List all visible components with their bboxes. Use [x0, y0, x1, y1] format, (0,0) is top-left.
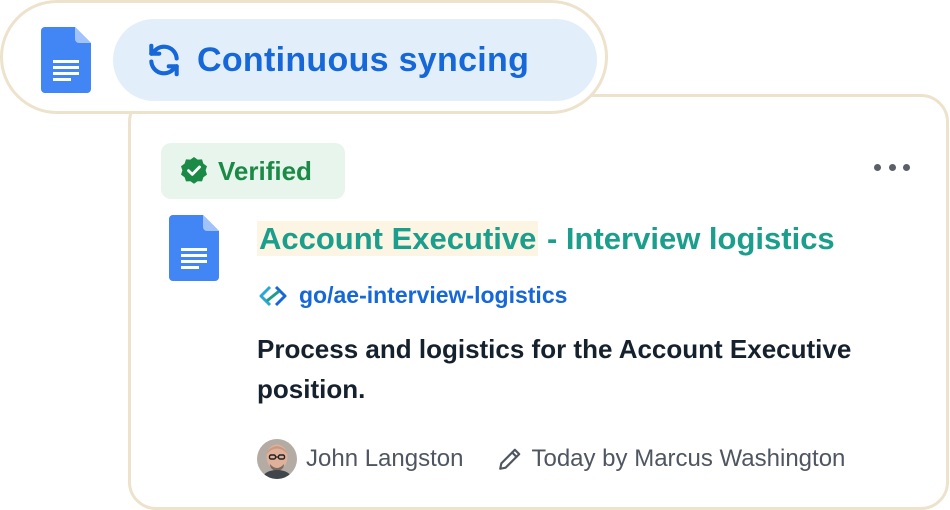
google-docs-icon — [169, 215, 219, 281]
verified-check-icon — [181, 157, 207, 184]
verified-badge: Verified — [161, 143, 345, 199]
document-title-link[interactable]: Account Executive - Interview logistics — [257, 215, 835, 263]
google-docs-icon — [41, 27, 91, 93]
sync-label: Continuous syncing — [197, 40, 530, 79]
continuous-syncing-chip[interactable]: Continuous syncing — [113, 19, 597, 101]
more-horizontal-icon-dot — [903, 163, 910, 171]
sync-icon — [149, 43, 179, 77]
last-edited-text: Today by Marcus Washington — [531, 445, 846, 472]
title-rest: - Interview logistics — [538, 221, 835, 256]
golink-icon — [259, 285, 287, 306]
more-options-button[interactable] — [874, 155, 910, 179]
document-card[interactable]: Verified Account Executive - Interview l… — [128, 94, 949, 510]
avatar[interactable] — [257, 439, 297, 479]
sync-status-pill: Continuous syncing — [0, 0, 608, 114]
more-horizontal-icon — [874, 163, 881, 171]
golink[interactable]: go/ae-interview-logistics — [257, 282, 567, 309]
golink-label: go/ae-interview-logistics — [299, 282, 568, 308]
document-description: Process and logistics for the Account Ex… — [257, 334, 852, 404]
more-horizontal-icon-dot — [888, 163, 896, 171]
document-meta: John Langston Today by Marcus Washington — [257, 439, 845, 479]
pencil-icon — [499, 448, 521, 470]
verified-label: Verified — [218, 155, 312, 186]
title-highlight: Account Executive — [257, 221, 539, 256]
owner-name[interactable]: John Langston — [306, 445, 463, 473]
